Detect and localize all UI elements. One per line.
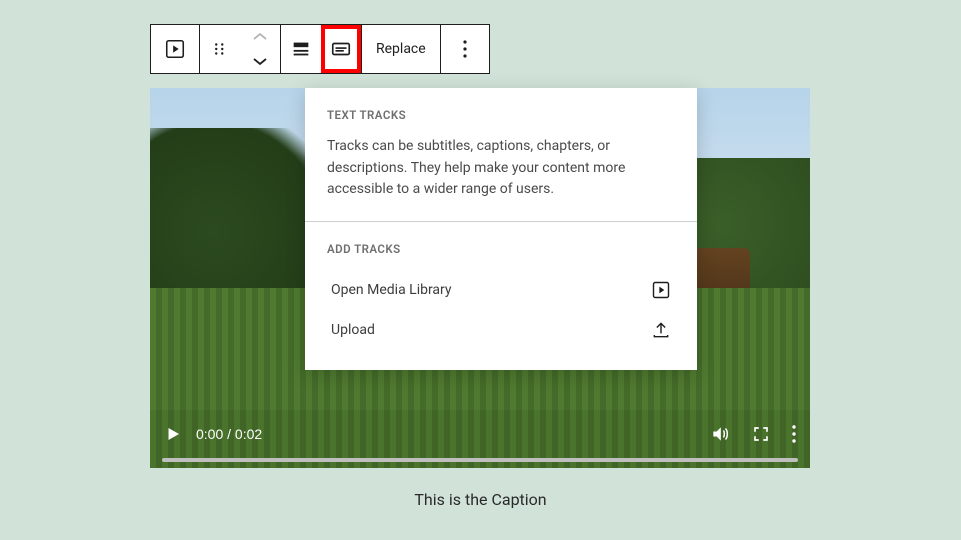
popover-heading-add-tracks: ADD TRACKS — [327, 242, 675, 256]
drag-handle-icon[interactable] — [200, 25, 240, 73]
video-controls-right — [710, 424, 796, 444]
progress-bar[interactable] — [162, 458, 798, 462]
toolbar-group-replace: Replace — [362, 25, 441, 73]
move-down-icon[interactable] — [240, 49, 280, 73]
popover-section-add: ADD TRACKS Open Media Library Upload — [305, 221, 697, 370]
align-button[interactable] — [281, 25, 321, 73]
play-icon[interactable] — [164, 425, 182, 443]
video-caption[interactable]: This is the Caption — [0, 490, 961, 509]
open-media-library-row[interactable]: Open Media Library — [327, 270, 675, 310]
move-up-icon[interactable] — [240, 25, 280, 49]
popover-heading-text-tracks: TEXT TRACKS — [327, 108, 675, 122]
video-controls-bar: 0:00 / 0:02 — [150, 410, 810, 468]
toolbar-group-block — [151, 25, 200, 73]
media-library-icon — [651, 280, 671, 300]
text-tracks-popover: TEXT TRACKS Tracks can be subtitles, cap… — [305, 88, 697, 370]
block-toolbar: Replace — [150, 24, 490, 74]
upload-icon — [651, 320, 671, 340]
more-options-icon[interactable] — [441, 25, 489, 73]
upload-row[interactable]: Upload — [327, 310, 675, 350]
video-block-icon[interactable] — [151, 25, 199, 73]
volume-icon[interactable] — [710, 424, 730, 444]
popover-body-text-tracks: Tracks can be subtitles, captions, chapt… — [327, 136, 675, 201]
time-display: 0:00 / 0:02 — [196, 426, 262, 442]
open-media-library-label: Open Media Library — [331, 282, 452, 298]
popover-section-info: TEXT TRACKS Tracks can be subtitles, cap… — [305, 88, 697, 221]
video-more-icon[interactable] — [792, 425, 796, 443]
toolbar-group-more — [441, 25, 489, 73]
toolbar-group-align-tracks — [281, 25, 362, 73]
replace-button[interactable]: Replace — [362, 25, 440, 73]
text-tracks-button[interactable] — [321, 25, 361, 73]
toolbar-group-movers — [200, 25, 281, 73]
move-up-down — [240, 25, 280, 73]
upload-label: Upload — [331, 322, 375, 338]
fullscreen-icon[interactable] — [752, 425, 770, 443]
